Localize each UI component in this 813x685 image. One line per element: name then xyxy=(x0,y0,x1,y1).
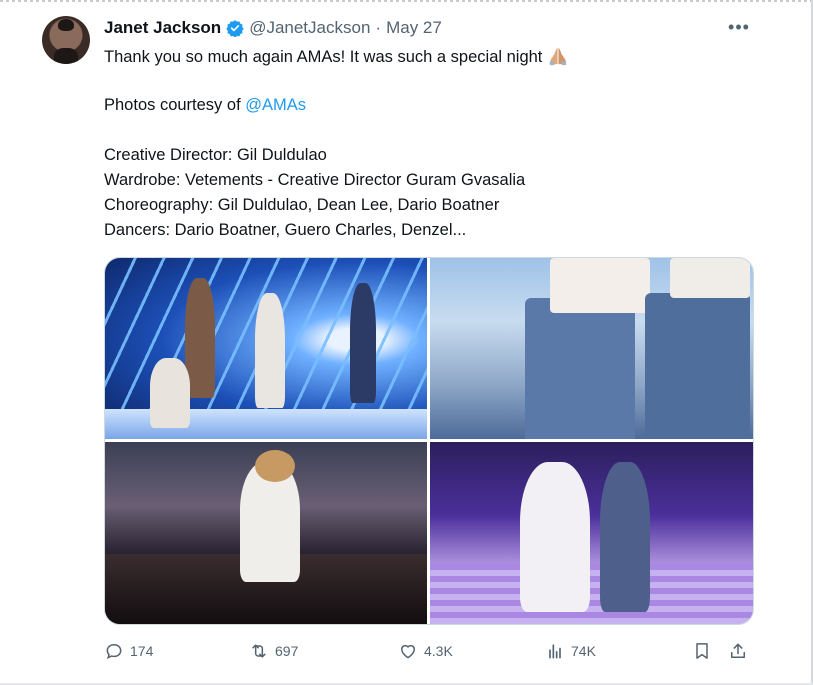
tweet-text-line1: Thank you so much again AMAs! It was suc… xyxy=(104,46,569,67)
avatar-body xyxy=(54,48,78,64)
jeans-figure xyxy=(645,293,750,439)
avatar-hair xyxy=(58,19,74,31)
photo-crowd-performance[interactable] xyxy=(105,442,427,624)
dancer-figure xyxy=(600,462,650,612)
jeans-figure xyxy=(525,298,635,439)
janet-figure xyxy=(255,293,285,408)
dancer-figure xyxy=(150,358,190,428)
creative-director-line: Creative Director: Gil Duldulao xyxy=(104,146,327,164)
hair xyxy=(255,450,295,482)
like-count: 4.3K xyxy=(424,643,453,659)
separator-dot: · xyxy=(375,18,382,37)
more-icon[interactable]: ••• xyxy=(726,14,752,40)
verified-icon[interactable] xyxy=(226,19,244,37)
reply-button[interactable]: 174 xyxy=(104,640,153,662)
retweet-button[interactable]: 697 xyxy=(249,640,298,662)
views-count: 74K xyxy=(571,643,596,659)
white-shirt xyxy=(670,258,750,298)
dancer-figure xyxy=(350,283,376,403)
photos-credit-line: Photos courtesy of @AMAs xyxy=(104,96,306,115)
tweet-date[interactable]: May 27 xyxy=(386,18,442,38)
action-bar: 174 697 4.3K 74K xyxy=(104,640,752,662)
white-shirt xyxy=(550,258,650,313)
bookmark-button[interactable] xyxy=(692,640,712,662)
photo-jeans-closeup[interactable] xyxy=(430,258,753,439)
photos-prefix: Photos courtesy of xyxy=(104,96,246,114)
choreography-line: Choreography: Gil Duldulao, Dean Lee, Da… xyxy=(104,196,500,214)
amas-mention-link[interactable]: @AMAs xyxy=(245,96,306,114)
media-grid xyxy=(104,257,754,625)
reply-icon xyxy=(106,643,122,660)
wardrobe-line: Wardrobe: Vetements - Creative Director … xyxy=(104,171,526,189)
photo-purple-stage[interactable] xyxy=(430,442,753,624)
dancers-line: Dancers: Dario Boatner, Guero Charles, D… xyxy=(104,221,467,239)
like-icon xyxy=(400,644,416,659)
tweet-header: Janet Jackson @JanetJackson · May 27 xyxy=(104,17,442,39)
stage-steps xyxy=(430,564,753,624)
like-button[interactable]: 4.3K xyxy=(398,640,453,662)
author-handle[interactable]: @JanetJackson xyxy=(249,18,370,38)
folded-hands-emoji xyxy=(549,47,567,66)
share-button[interactable] xyxy=(728,640,748,662)
views-button[interactable]: 74K xyxy=(545,640,596,662)
retweet-count: 697 xyxy=(275,643,299,659)
author-name[interactable]: Janet Jackson xyxy=(104,18,221,38)
retweet-icon xyxy=(252,644,266,658)
janet-figure xyxy=(520,462,590,612)
top-border xyxy=(0,0,813,2)
photo-stage-dancers[interactable] xyxy=(105,258,427,439)
bookmark-icon xyxy=(696,643,708,659)
tweet-line1-text: Thank you so much again AMAs! It was suc… xyxy=(104,48,543,66)
views-icon xyxy=(549,644,561,659)
share-icon xyxy=(731,643,745,658)
avatar[interactable] xyxy=(42,16,90,64)
reply-count: 174 xyxy=(130,643,154,659)
